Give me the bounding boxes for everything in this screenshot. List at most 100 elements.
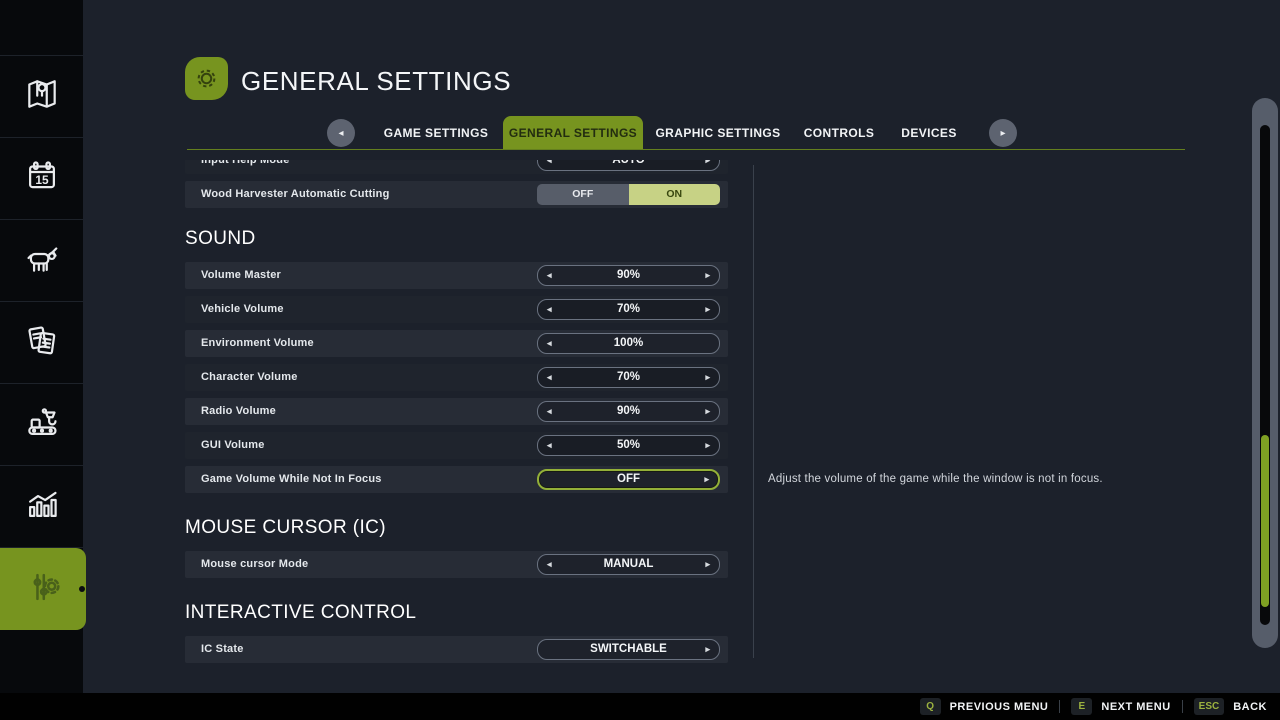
page-title: GENERAL SETTINGS (241, 66, 512, 96)
sidebar-item-finances[interactable] (0, 302, 83, 384)
setting-label: Mouse cursor Mode (201, 558, 309, 570)
tab-controls[interactable]: CONTROLS (798, 116, 880, 150)
mouse-cursor-mode-selector[interactable]: ◂ MANUAL ▸ (537, 554, 720, 575)
arrow-right-icon[interactable]: ▸ (704, 471, 709, 488)
statistics-icon (23, 485, 61, 528)
arrow-left-icon[interactable]: ◂ (547, 436, 552, 455)
sidebar-item-calendar[interactable]: 15 (0, 138, 83, 220)
arrow-right-icon[interactable]: ▸ (705, 555, 710, 574)
arrow-right-icon[interactable]: ▸ (705, 640, 710, 659)
volume-master-selector[interactable]: ◂ 90% ▸ (537, 265, 720, 286)
calendar-icon: 15 (23, 157, 61, 200)
key-badge-q: Q (919, 698, 941, 715)
settings-list[interactable]: Input Help Mode ◂ AUTO ▸ Wood Harvester … (185, 160, 728, 672)
selector-value: MANUAL (603, 558, 654, 570)
setting-row-game-volume-not-in-focus: Game Volume While Not In Focus OFF ▸ (185, 466, 728, 493)
selector-value: AUTO (612, 160, 645, 166)
tabs-prev-button[interactable]: ◂ (327, 119, 355, 147)
sidebar-item-production[interactable] (0, 384, 83, 466)
setting-label: Vehicle Volume (201, 303, 284, 315)
setting-description-text: Adjust the volume of the game while the … (768, 473, 1103, 485)
general-settings-screen: 15 GENERAL SETTINGS ◂ GAME SETTINGS GENE… (0, 0, 1280, 720)
sidebar-item-map[interactable] (0, 56, 83, 138)
tab-graphic-settings[interactable]: GRAPHIC SETTINGS (655, 116, 781, 150)
arrow-right-icon[interactable]: ▸ (705, 300, 710, 319)
tab-general-settings[interactable]: GENERAL SETTINGS (503, 116, 643, 150)
wood-harvester-toggle[interactable]: OFF ON (537, 184, 720, 205)
sidebar-item-statistics[interactable] (0, 466, 83, 548)
selector-value: 70% (616, 371, 641, 383)
tab-devices[interactable]: DEVICES (896, 116, 962, 150)
section-header-interactive-control: INTERACTIVE CONTROL (185, 602, 417, 623)
arrow-left-icon[interactable]: ◂ (547, 300, 552, 319)
section-header-mouse-cursor: MOUSE CURSOR (IC) (185, 517, 387, 538)
chevron-left-icon: ◂ (338, 127, 344, 139)
setting-label: IC State (201, 643, 244, 655)
sidebar-item-general-settings[interactable] (0, 548, 86, 630)
arrow-left-icon[interactable]: ◂ (547, 402, 552, 421)
setting-label: Wood Harvester Automatic Cutting (201, 188, 390, 200)
selector-value: 100% (613, 337, 644, 349)
setting-label: Game Volume While Not In Focus (201, 473, 382, 485)
svg-text:15: 15 (35, 173, 49, 187)
selector-value: OFF (617, 473, 640, 485)
setting-row-gui-volume: GUI Volume ◂ 50% ▸ (185, 432, 728, 459)
sidebar-item-animals[interactable] (0, 220, 83, 302)
arrow-left-icon[interactable]: ◂ (547, 160, 552, 170)
arrow-left-icon[interactable]: ◂ (547, 266, 552, 285)
footer-separator (1181, 700, 1183, 713)
input-help-mode-selector[interactable]: ◂ AUTO ▸ (537, 160, 720, 171)
documents-icon (23, 321, 61, 364)
environment-volume-selector[interactable]: ◂ 100% (537, 333, 720, 354)
character-volume-selector[interactable]: ◂ 70% ▸ (537, 367, 720, 388)
toggle-on-option[interactable]: ON (628, 184, 720, 205)
section-header-sound: SOUND (185, 228, 256, 249)
scrollbar-thumb[interactable] (1261, 435, 1269, 607)
sidebar-spacer (0, 0, 83, 56)
setting-row-environment-volume: Environment Volume ◂ 100% (185, 330, 728, 357)
selector-value: 50% (616, 439, 641, 451)
setting-label: Volume Master (201, 269, 282, 281)
arrow-left-icon[interactable]: ◂ (547, 368, 552, 387)
next-menu-label[interactable]: NEXT MENU (1101, 701, 1170, 713)
ic-state-selector[interactable]: SWITCHABLE ▸ (537, 639, 720, 660)
previous-menu-label[interactable]: PREVIOUS MENU (950, 701, 1049, 713)
tabs-next-button[interactable]: ▸ (989, 119, 1017, 147)
content-divider (753, 165, 754, 658)
toggle-off-option[interactable]: OFF (537, 184, 629, 205)
selector-value: 90% (616, 405, 641, 417)
arrow-right-icon[interactable]: ▸ (705, 160, 710, 170)
tab-game-settings[interactable]: GAME SETTINGS (376, 116, 496, 150)
selector-value: SWITCHABLE (590, 643, 667, 655)
setting-label: Radio Volume (201, 405, 276, 417)
arrow-left-icon[interactable]: ◂ (547, 334, 552, 353)
back-label[interactable]: BACK (1233, 701, 1267, 713)
selector-value: 90% (616, 269, 641, 281)
settings-sliders-gear-icon (24, 568, 62, 611)
map-icon (23, 75, 61, 118)
arrow-right-icon[interactable]: ▸ (705, 368, 710, 387)
arrow-right-icon[interactable]: ▸ (705, 436, 710, 455)
radio-volume-selector[interactable]: ◂ 90% ▸ (537, 401, 720, 422)
scrollbar-track[interactable] (1260, 125, 1270, 625)
setting-row-character-volume: Character Volume ◂ 70% ▸ (185, 364, 728, 391)
arrow-right-icon[interactable]: ▸ (705, 266, 710, 285)
footer-separator (1059, 700, 1061, 713)
vehicle-volume-selector[interactable]: ◂ 70% ▸ (537, 299, 720, 320)
setting-row-volume-master: Volume Master ◂ 90% ▸ (185, 262, 728, 289)
setting-label: Environment Volume (201, 337, 314, 349)
arrow-right-icon[interactable]: ▸ (705, 402, 710, 421)
setting-label: GUI Volume (201, 439, 265, 451)
game-volume-not-in-focus-selector[interactable]: OFF ▸ (537, 469, 720, 490)
setting-row-vehicle-volume: Vehicle Volume ◂ 70% ▸ (185, 296, 728, 323)
arrow-left-icon[interactable]: ◂ (547, 555, 552, 574)
key-badge-e: E (1071, 698, 1093, 715)
tabbar-underline (187, 149, 1185, 150)
setting-row-input-help-mode: Input Help Mode ◂ AUTO ▸ (185, 160, 728, 174)
cow-icon (23, 239, 61, 282)
selector-value: 70% (616, 303, 641, 315)
chevron-right-icon: ▸ (1000, 127, 1006, 139)
setting-row-wood-harvester: Wood Harvester Automatic Cutting OFF ON (185, 181, 728, 208)
setting-label: Input Help Mode (201, 160, 290, 166)
gui-volume-selector[interactable]: ◂ 50% ▸ (537, 435, 720, 456)
